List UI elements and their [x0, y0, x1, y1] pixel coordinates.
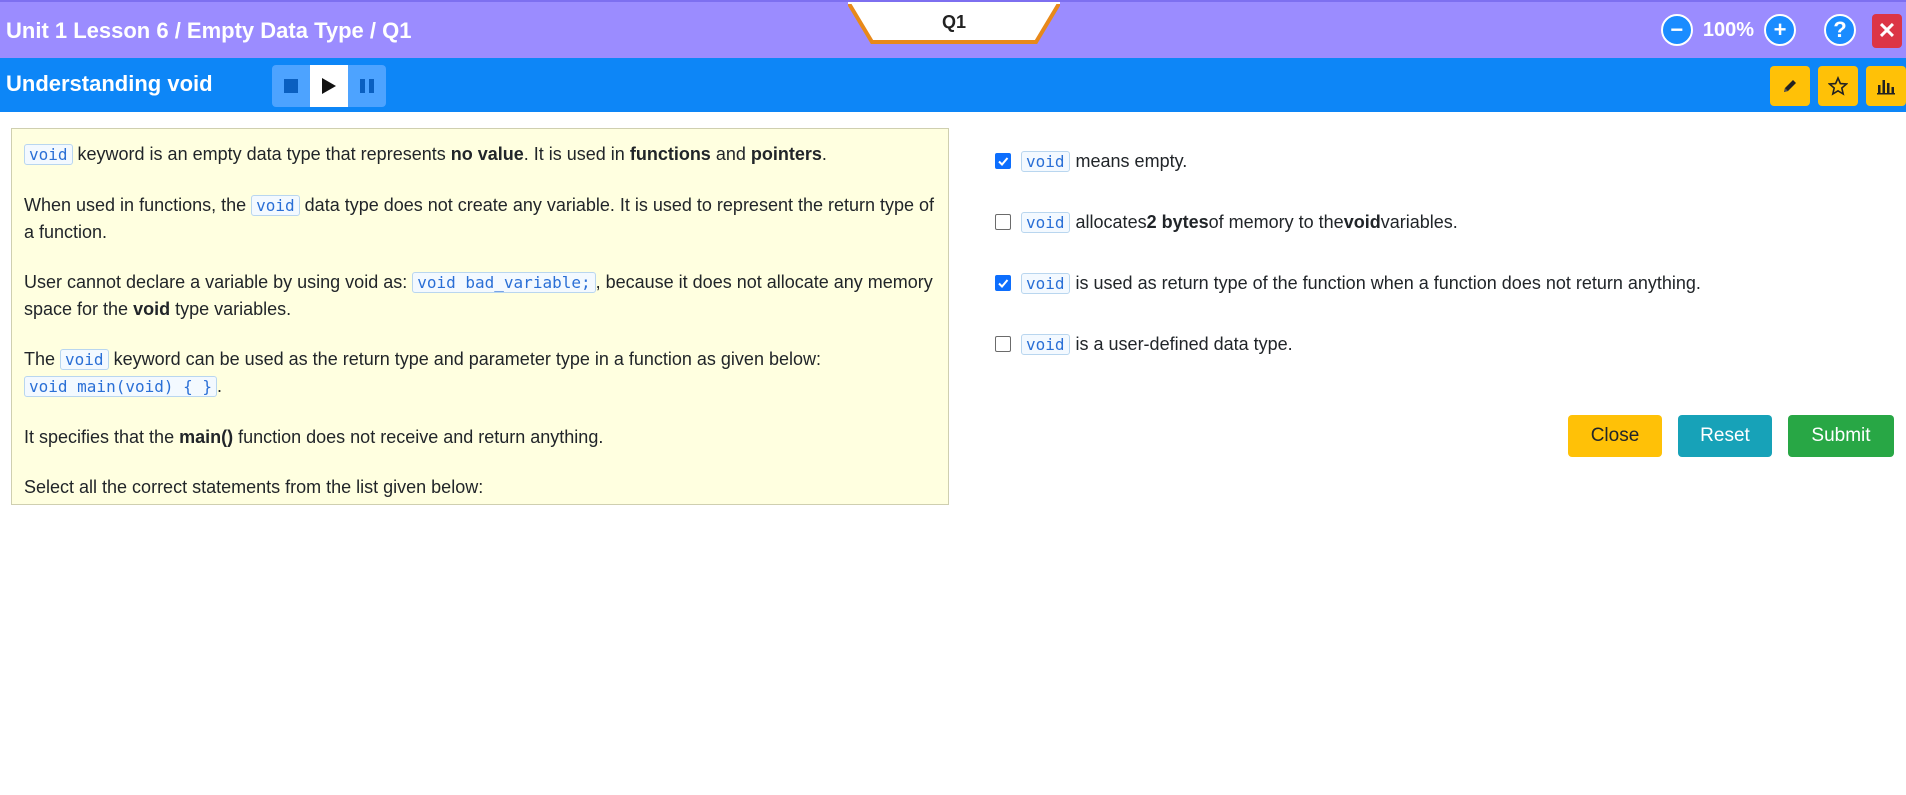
option-checkbox[interactable]	[995, 336, 1011, 352]
text-span: User cannot declare a variable by using …	[24, 272, 413, 292]
option-checkbox[interactable]	[995, 275, 1011, 291]
option-item[interactable]: void means empty.	[995, 148, 1701, 174]
text-span: Select all the correct statements from t…	[24, 477, 484, 497]
zoom-control: − 100% +	[1660, 14, 1796, 46]
plus-icon: +	[1773, 17, 1787, 42]
zoom-out-button[interactable]: −	[1660, 14, 1693, 46]
help-icon: ?	[1833, 17, 1847, 42]
help-button[interactable]: ?	[1824, 14, 1856, 46]
top-header: Unit 1 Lesson 6 / Empty Data Type / Q1 Q…	[0, 0, 1906, 58]
minus-icon: −	[1670, 17, 1684, 42]
zoom-level: 100%	[1702, 18, 1754, 41]
code-snippet: void	[1021, 272, 1070, 294]
play-button[interactable]	[310, 65, 348, 107]
pencil-icon	[1784, 80, 1796, 92]
stats-button[interactable]	[1866, 66, 1906, 106]
text-span: keyword can be used as the return type a…	[108, 349, 821, 369]
media-controls	[272, 65, 386, 107]
action-buttons: Close Reset Submit	[1568, 415, 1894, 457]
bold-text: functions	[629, 144, 711, 164]
text-span: . It is used in	[523, 144, 630, 164]
question-paragraph: User cannot declare a variable by using …	[24, 269, 936, 322]
bold-text: main()	[179, 427, 234, 447]
question-paragraph: When used in functions, the void data ty…	[24, 192, 936, 245]
code-snippet: void	[251, 195, 300, 216]
breadcrumb: Unit 1 Lesson 6 / Empty Data Type / Q1	[6, 18, 412, 43]
question-paragraph: void keyword is an empty data type that …	[24, 141, 936, 168]
lesson-title: Understanding void	[6, 71, 213, 96]
pause-icon	[360, 79, 374, 93]
text-span: The	[24, 349, 61, 369]
question-tab[interactable]: Q1	[848, 2, 1060, 44]
code-snippet: void	[1021, 333, 1070, 355]
close-window-button[interactable]: ✕	[1872, 14, 1902, 48]
text-span: .	[821, 144, 827, 164]
code-snippet: void	[24, 144, 73, 165]
sub-header: Understanding void	[0, 58, 1906, 112]
text-span: keyword is an empty data type that repre…	[72, 144, 451, 164]
pause-button[interactable]	[348, 65, 386, 107]
option-text: is a user-defined data type.	[1075, 333, 1293, 354]
bold-text: 2 bytes	[1146, 211, 1209, 232]
stop-icon	[284, 79, 298, 93]
zoom-in-button[interactable]: +	[1764, 14, 1796, 46]
chart-icon	[1877, 80, 1895, 95]
code-snippet: void main(void) { }	[24, 376, 218, 397]
option-item[interactable]: void is a user-defined data type.	[995, 331, 1701, 357]
submit-button[interactable]: Submit	[1788, 415, 1894, 457]
code-snippet: void	[1021, 150, 1070, 172]
close-icon: ✕	[1877, 18, 1897, 43]
tool-buttons	[1770, 66, 1906, 106]
text-span: When used in functions, the	[24, 195, 252, 215]
option-checkbox[interactable]	[995, 153, 1011, 169]
bold-text: void	[133, 299, 171, 319]
close-button[interactable]: Close	[1568, 415, 1662, 457]
text-span: and	[710, 144, 751, 164]
option-text: of memory to the	[1208, 211, 1344, 232]
question-tab-label: Q1	[941, 12, 966, 32]
bold-text: no value	[450, 144, 524, 164]
option-item[interactable]: void allocates 2 bytes of memory to the …	[995, 209, 1701, 235]
text-span: It specifies that the	[24, 427, 180, 447]
option-text: allocates	[1075, 211, 1147, 232]
check-icon	[998, 279, 1009, 288]
option-text: variables.	[1380, 211, 1458, 232]
check-icon	[998, 157, 1009, 166]
code-snippet: void	[60, 349, 109, 370]
bold-text: void	[1343, 211, 1381, 232]
text-span: function does not receive and return any…	[233, 427, 604, 447]
question-paragraph: Select all the correct statements from t…	[24, 474, 936, 500]
option-text: is used as return type of the function w…	[1075, 272, 1701, 293]
stop-button[interactable]	[272, 65, 310, 107]
question-panel: void keyword is an empty data type that …	[11, 128, 949, 505]
bold-text: pointers	[750, 144, 822, 164]
option-checkbox[interactable]	[995, 214, 1011, 230]
star-button[interactable]	[1818, 66, 1858, 106]
text-span: .	[217, 376, 223, 396]
text-span: type variables.	[170, 299, 292, 319]
code-snippet: void bad_variable;	[412, 272, 596, 293]
star-icon	[1828, 76, 1848, 96]
code-snippet: void	[1021, 211, 1070, 233]
question-paragraph: It specifies that the main() function do…	[24, 424, 936, 450]
question-paragraph: The void keyword can be used as the retu…	[24, 346, 936, 400]
answer-options: void means empty. void allocates 2 bytes…	[995, 148, 1701, 392]
reset-button[interactable]: Reset	[1678, 415, 1772, 457]
play-icon	[322, 78, 336, 94]
option-text: means empty.	[1075, 150, 1188, 171]
option-item[interactable]: void is used as return type of the funct…	[995, 270, 1701, 296]
pencil-button[interactable]	[1770, 66, 1810, 106]
